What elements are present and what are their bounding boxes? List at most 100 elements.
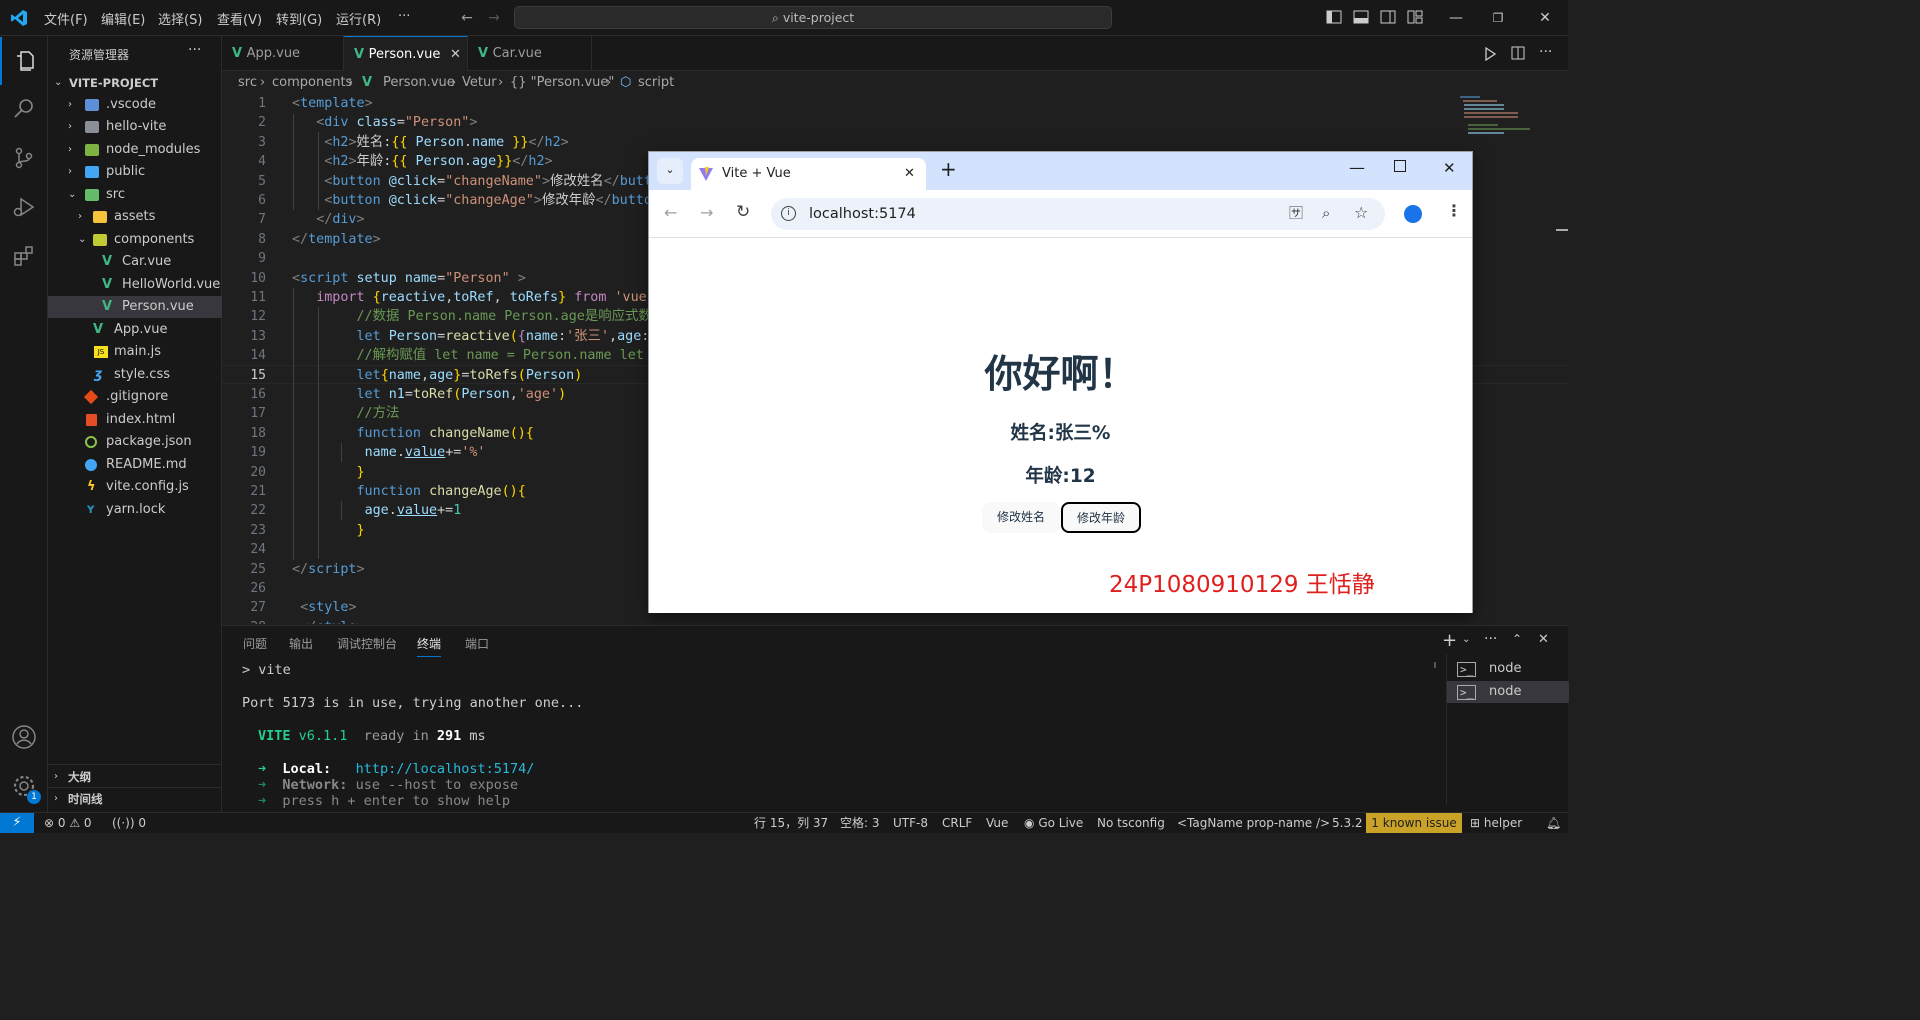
run-icon[interactable] — [1484, 47, 1496, 61]
panel-more-icon[interactable]: ··· — [1484, 631, 1497, 647]
tab-person-vue[interactable]: V Person.vue ✕ — [344, 36, 468, 71]
manage-activity[interactable]: 1 — [0, 762, 48, 810]
tab-car-vue[interactable]: V Car.vue — [468, 36, 592, 71]
toggle-sidebar-icon[interactable] — [1326, 10, 1342, 24]
menu-go[interactable]: 转到(G) — [276, 9, 322, 28]
browser-minimize-icon[interactable]: — — [1349, 158, 1365, 177]
encoding-status[interactable]: UTF-8 — [893, 813, 928, 833]
close-window-icon[interactable]: ✕ — [1535, 8, 1555, 28]
nav-back-icon[interactable]: ← — [457, 8, 477, 28]
change-age-button[interactable]: 修改年龄 — [1061, 502, 1141, 533]
tree-file-readme[interactable]: README.md — [48, 454, 222, 476]
site-info-icon[interactable]: i — [781, 206, 796, 221]
panel-tab-terminal[interactable]: 终端 — [417, 635, 442, 657]
tree-file-person-vue[interactable]: V Person.vue — [48, 296, 222, 318]
notifications-bell-icon[interactable]: 🔔︎ — [1546, 813, 1561, 833]
local-url-link[interactable]: http://localhost:5174/ — [356, 761, 535, 777]
more-actions-icon[interactable]: ··· — [188, 42, 201, 58]
address-bar[interactable]: i localhost:5174 🈂︎ ⌕ ☆ — [771, 198, 1385, 230]
browser-maximize-icon[interactable] — [1394, 160, 1406, 172]
nav-forward-icon[interactable]: → — [484, 8, 504, 28]
menu-more[interactable]: ··· — [398, 9, 410, 24]
tree-file-style-css[interactable]: ʒ style.css — [48, 364, 222, 386]
ports-status[interactable]: ((·)) 0 — [112, 813, 146, 833]
close-panel-icon[interactable]: ✕ — [1538, 632, 1549, 647]
breadcrumb-file[interactable]: Person.vue — [383, 72, 455, 94]
tree-folder-public[interactable]: › public — [48, 161, 222, 183]
eol-status[interactable]: CRLF — [942, 813, 972, 833]
tree-file-package-json[interactable]: package.json — [48, 431, 222, 453]
command-center-search[interactable]: ⌕ vite-project — [514, 6, 1112, 29]
breadcrumb-src[interactable]: src — [238, 72, 257, 94]
toggle-panel-icon[interactable] — [1353, 10, 1369, 24]
menu-selection[interactable]: 选择(S) — [158, 9, 202, 28]
breadcrumb-module[interactable]: {} "Person.vue" — [510, 72, 614, 94]
panel-tab-debug-console[interactable]: 调试控制台 — [337, 635, 397, 652]
known-issue-badge[interactable]: 1 known issue — [1366, 813, 1462, 833]
profile-avatar-icon[interactable] — [1404, 205, 1422, 223]
panel-tab-ports[interactable]: 端口 — [465, 635, 489, 652]
menu-edit[interactable]: 编辑(E) — [101, 9, 145, 28]
tree-folder-node-modules[interactable]: › node_modules — [48, 139, 222, 161]
version-status[interactable]: 5.3.2 — [1332, 813, 1363, 833]
search-activity[interactable] — [0, 85, 48, 133]
browser-menu-icon[interactable]: ⋮ — [1446, 201, 1462, 220]
helper-status[interactable]: ⊞ helper — [1470, 813, 1522, 833]
breadcrumb-script[interactable]: script — [638, 72, 674, 94]
breadcrumb-vetur[interactable]: Vetur — [462, 72, 497, 94]
menu-run[interactable]: 运行(R) — [336, 9, 381, 28]
tree-file-vite-config[interactable]: ϟ vite.config.js — [48, 476, 222, 498]
customize-layout-icon[interactable] — [1407, 10, 1423, 24]
tree-file-helloworld-vue[interactable]: V HelloWorld.vue — [48, 274, 222, 296]
source-control-activity[interactable] — [0, 134, 48, 182]
terminal-list-item[interactable]: >_ node — [1447, 681, 1569, 703]
panel-tab-problems[interactable]: 问题 — [243, 635, 267, 652]
close-browser-tab-icon[interactable]: ✕ — [904, 158, 915, 190]
tab-app-vue[interactable]: V App.vue — [222, 36, 344, 71]
translate-icon[interactable]: 🈂︎ — [1289, 198, 1303, 230]
minimap[interactable] — [1460, 94, 1530, 142]
go-live-button[interactable]: ◉ Go Live — [1024, 813, 1083, 833]
tree-folder-components[interactable]: ⌄ components — [48, 229, 222, 251]
zoom-icon[interactable]: ⌕ — [1322, 197, 1330, 229]
project-root[interactable]: ⌄ VITE-PROJECT — [48, 72, 222, 94]
tree-folder-hello-vite[interactable]: › hello-vite — [48, 116, 222, 138]
menu-view[interactable]: 查看(V) — [217, 9, 262, 28]
tag-status[interactable]: <TagName prop-name /> — [1177, 813, 1330, 833]
editor-more-icon[interactable]: ··· — [1539, 44, 1552, 60]
split-editor-icon[interactable] — [1511, 46, 1525, 60]
tree-file-app-vue[interactable]: V App.vue — [48, 319, 222, 341]
remote-indicator-icon[interactable]: ⚡ — [0, 813, 34, 833]
tsconfig-status[interactable]: No tsconfig — [1097, 813, 1165, 833]
problems-status[interactable]: ⊗ 0 ⚠ 0 — [44, 813, 92, 833]
accounts-activity[interactable] — [0, 713, 48, 761]
new-tab-icon[interactable]: + — [940, 157, 957, 181]
tree-folder-src[interactable]: ⌄ src — [48, 184, 222, 206]
outline-section[interactable]: › 大纲 — [48, 766, 222, 788]
timeline-section[interactable]: › 时间线 — [48, 788, 222, 810]
tree-file-index-html[interactable]: index.html — [48, 409, 222, 431]
tab-search-icon[interactable]: ⌄ — [657, 158, 683, 184]
run-debug-activity[interactable] — [0, 183, 48, 231]
language-status[interactable]: Vue — [986, 813, 1008, 833]
minimize-icon[interactable]: — — [1446, 8, 1466, 28]
restore-icon[interactable]: ❐ — [1488, 8, 1508, 28]
explorer-activity[interactable] — [0, 37, 48, 85]
change-name-button[interactable]: 修改姓名 — [982, 502, 1060, 533]
tree-folder-assets[interactable]: › assets — [48, 206, 222, 228]
toggle-secondary-sidebar-icon[interactable] — [1380, 10, 1396, 24]
breadcrumb-components[interactable]: components — [272, 72, 352, 94]
close-tab-icon[interactable]: ✕ — [450, 37, 461, 72]
reload-icon[interactable]: ↻ — [736, 202, 750, 222]
tree-folder-vscode[interactable]: › .vscode — [48, 94, 222, 116]
browser-forward-icon[interactable]: → — [700, 203, 713, 222]
browser-close-icon[interactable]: ✕ — [1443, 159, 1456, 177]
browser-back-icon[interactable]: ← — [664, 203, 677, 222]
browser-tab[interactable]: Vite + Vue ✕ — [691, 158, 926, 190]
indentation-status[interactable]: 空格: 3 — [840, 813, 880, 833]
maximize-panel-icon[interactable]: ⌃ — [1512, 632, 1522, 646]
tree-file-main-js[interactable]: JS main.js — [48, 341, 222, 363]
panel-tab-output[interactable]: 输出 — [289, 635, 313, 652]
tree-file-gitignore[interactable]: .gitignore — [48, 386, 222, 408]
new-terminal-icon[interactable]: + — [1442, 630, 1457, 651]
